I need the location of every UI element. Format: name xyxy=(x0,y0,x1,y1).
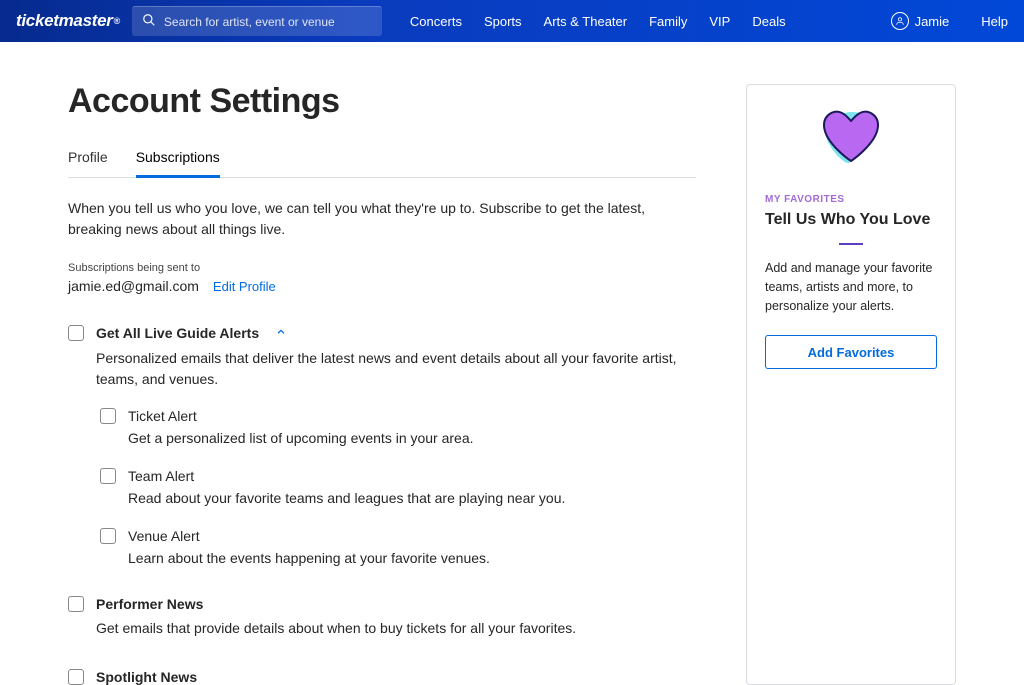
group-performer-news: Performer News Get emails that provide d… xyxy=(68,596,696,639)
heart-icon xyxy=(814,107,888,176)
search-input[interactable] xyxy=(164,15,364,29)
child-venue-alert: Venue Alert Learn about the events happe… xyxy=(100,528,696,566)
checkbox-ticket-alert[interactable] xyxy=(100,408,116,424)
checkbox-performer-news[interactable] xyxy=(68,596,84,612)
intro-text: When you tell us who you love, we can te… xyxy=(68,198,696,240)
venue-alert-title: Venue Alert xyxy=(128,528,200,544)
card-divider xyxy=(839,243,863,245)
performer-news-desc: Get emails that provide details about wh… xyxy=(96,618,696,639)
group-spotlight-news: Spotlight News xyxy=(68,669,696,685)
chevron-up-icon[interactable] xyxy=(275,324,287,342)
group-live-guide-desc: Personalized emails that deliver the lat… xyxy=(96,348,696,390)
favorites-kicker: MY FAVORITES xyxy=(765,194,937,205)
ticket-alert-desc: Get a personalized list of upcoming even… xyxy=(128,430,696,446)
child-ticket-alert: Ticket Alert Get a personalized list of … xyxy=(100,408,696,446)
favorites-body: Add and manage your favorite teams, arti… xyxy=(765,259,937,315)
favorites-title: Tell Us Who You Love xyxy=(765,211,937,229)
team-alert-desc: Read about your favorite teams and leagu… xyxy=(128,490,696,506)
nav-concerts[interactable]: Concerts xyxy=(410,14,462,29)
group-live-guide: Get All Live Guide Alerts Personalized e… xyxy=(68,324,696,566)
checkbox-team-alert[interactable] xyxy=(100,468,116,484)
page-title: Account Settings xyxy=(68,82,696,121)
favorites-card: MY FAVORITES Tell Us Who You Love Add an… xyxy=(746,84,956,685)
account-menu[interactable]: Jamie xyxy=(891,12,950,30)
search-box[interactable] xyxy=(132,6,382,36)
tab-subscriptions[interactable]: Subscriptions xyxy=(136,149,220,178)
ticket-alert-title: Ticket Alert xyxy=(128,408,197,424)
brand-text: ticketmaster xyxy=(16,11,113,31)
brand-reg: ® xyxy=(114,16,120,26)
search-icon xyxy=(142,13,156,30)
settings-tabs: Profile Subscriptions xyxy=(68,149,696,178)
nav-arts-theater[interactable]: Arts & Theater xyxy=(544,14,628,29)
nav-sports[interactable]: Sports xyxy=(484,14,522,29)
user-name: Jamie xyxy=(915,14,950,29)
nav-family[interactable]: Family xyxy=(649,14,687,29)
checkbox-venue-alert[interactable] xyxy=(100,528,116,544)
help-link[interactable]: Help xyxy=(981,14,1008,29)
nav-vip[interactable]: VIP xyxy=(709,14,730,29)
checkbox-spotlight-news[interactable] xyxy=(68,669,84,685)
venue-alert-desc: Learn about the events happening at your… xyxy=(128,550,696,566)
add-favorites-button[interactable]: Add Favorites xyxy=(765,335,937,369)
primary-nav: Concerts Sports Arts & Theater Family VI… xyxy=(410,14,786,29)
checkbox-live-guide[interactable] xyxy=(68,325,84,341)
nav-deals[interactable]: Deals xyxy=(752,14,785,29)
tab-profile[interactable]: Profile xyxy=(68,149,108,177)
team-alert-title: Team Alert xyxy=(128,468,194,484)
brand-logo[interactable]: ticketmaster® xyxy=(16,11,120,31)
top-nav: ticketmaster® Concerts Sports Arts & The… xyxy=(0,0,1024,42)
sent-to-label: Subscriptions being sent to xyxy=(68,262,696,274)
sent-to-email: jamie.ed@gmail.com xyxy=(68,278,199,294)
child-team-alert: Team Alert Read about your favorite team… xyxy=(100,468,696,506)
group-live-guide-title: Get All Live Guide Alerts xyxy=(96,325,259,341)
spotlight-news-title: Spotlight News xyxy=(96,669,197,685)
performer-news-title: Performer News xyxy=(96,596,203,612)
edit-profile-link[interactable]: Edit Profile xyxy=(213,279,276,294)
user-icon xyxy=(891,12,909,30)
